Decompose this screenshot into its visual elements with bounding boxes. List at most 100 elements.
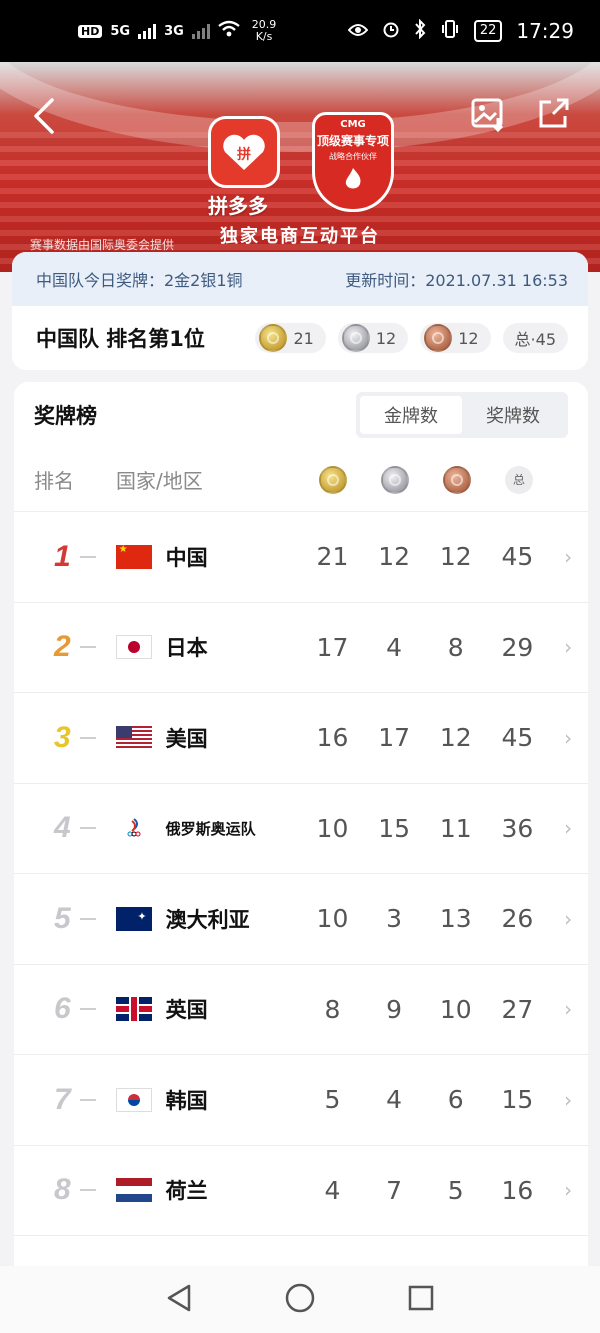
rank-number: 1 <box>54 539 71 573</box>
cmg-title: 顶级赛事专项 <box>316 134 389 148</box>
bronze-value: 12 <box>439 723 472 753</box>
bronze-medal-icon <box>424 324 453 352</box>
col-country: 国家/地区 <box>116 469 203 493</box>
country-name: 韩国 <box>165 1088 208 1113</box>
data-source-note: 赛事数据由国际奥委会提供 <box>30 238 175 252</box>
cmg-badge: CMG 顶级赛事专项 战略合作伙伴 <box>312 112 394 212</box>
circle-home-icon <box>285 1283 315 1312</box>
bronze-count: 12 <box>458 328 479 348</box>
country-cell: 美国 <box>115 723 302 753</box>
signal-icon-2 <box>191 23 210 39</box>
chevron-right-icon: › <box>564 635 573 660</box>
total-pill: 总·45 <box>502 323 568 353</box>
chevron-right-icon: › <box>564 997 573 1022</box>
gold-value: 10 <box>316 904 349 934</box>
rank-number: 4 <box>54 811 71 845</box>
tab-gold-count[interactable]: 金牌数 <box>360 396 462 434</box>
gold-value: 16 <box>316 723 349 753</box>
col-total: 总 <box>488 465 550 494</box>
col-rank: 排名 <box>34 469 74 493</box>
team-rank-bar: 中国队 排名第1位 21 12 12 总·45 <box>12 306 588 370</box>
rank-cell: 4 <box>14 811 116 845</box>
country-cell: 日本 <box>115 632 302 662</box>
back-button[interactable] <box>32 96 56 140</box>
country-name: 澳大利亚 <box>165 907 250 932</box>
table-row[interactable]: 4 俄罗斯奥运队 10 15 11 36 › <box>14 784 588 874</box>
country-name: 荷兰 <box>165 1179 208 1204</box>
medal-table-card: 奖牌榜 金牌数 奖牌数 排名 国家/地区 总 1 中国 21 12 12 45 … <box>14 382 588 1282</box>
gold-value: 21 <box>316 542 349 572</box>
silver-count: 12 <box>375 328 397 348</box>
chevron-right-icon: › <box>564 906 573 931</box>
rank-change-icon <box>80 917 96 920</box>
clock: 17:29 <box>516 19 574 43</box>
gold-medal-icon <box>259 324 288 352</box>
bronze-medal-icon <box>443 465 471 494</box>
alarm-icon <box>382 20 400 43</box>
chevron-right-icon: › <box>564 1087 573 1112</box>
rank-number: 5 <box>54 901 71 935</box>
usa-flag-icon <box>115 725 152 750</box>
gold-value: 17 <box>316 632 349 662</box>
nav-home-button[interactable] <box>284 1282 316 1318</box>
silver-value: 15 <box>378 813 410 843</box>
bronze-value: 6 <box>447 1085 464 1115</box>
bluetooth-icon <box>414 18 426 44</box>
nav-back-button[interactable] <box>165 1283 193 1317</box>
country-name: 英国 <box>165 998 208 1023</box>
gold-value: 4 <box>324 1175 341 1205</box>
rank-change-icon <box>80 646 96 649</box>
roc-flag-icon <box>115 816 152 841</box>
rank-cell: 1 <box>14 540 116 574</box>
tab-medal-count[interactable]: 奖牌数 <box>462 396 564 434</box>
share-button[interactable] <box>535 96 571 136</box>
bronze-value: 11 <box>439 813 472 843</box>
silver-value: 4 <box>386 1085 403 1115</box>
rank-cell: 3 <box>14 721 116 755</box>
bronze-value: 10 <box>439 994 472 1024</box>
chevron-right-icon: › <box>564 544 573 569</box>
rank-cell: 7 <box>14 1083 116 1117</box>
table-row[interactable]: 3 美国 16 17 12 45 › <box>14 693 588 784</box>
bronze-value: 13 <box>439 904 472 934</box>
table-row[interactable]: 7 韩国 5 4 6 15 › <box>14 1055 588 1146</box>
nav-recent-button[interactable] <box>407 1284 435 1316</box>
gold-pill: 21 <box>255 323 326 353</box>
table-row[interactable]: 1 中国 21 12 12 45 › <box>14 512 588 603</box>
team-info-card: 中国队今日奖牌：2金2银1铜 更新时间：2021.07.31 16:53 中国队… <box>12 252 588 370</box>
table-row[interactable]: 6 英国 8 9 10 27 › <box>14 965 588 1055</box>
rank-number: 3 <box>54 720 71 754</box>
country-cell: 澳大利亚 <box>115 904 302 934</box>
sim1-label: 5G <box>110 23 131 39</box>
rank-number: 2 <box>54 630 71 664</box>
total-value: 27 <box>501 994 534 1024</box>
australia-flag-icon <box>115 906 152 931</box>
cmg-subtitle: 战略合作伙伴 <box>329 152 377 161</box>
total-value: 29 <box>501 632 534 662</box>
save-image-button[interactable] <box>470 96 506 136</box>
gold-value: 5 <box>324 1085 341 1115</box>
column-headers: 排名 国家/地区 总 <box>14 448 588 512</box>
chevron-right-icon: › <box>564 725 573 750</box>
update-time: 更新时间：2021.07.31 16:53 <box>345 271 568 290</box>
table-row[interactable]: 2 日本 17 4 8 29 › <box>14 603 588 693</box>
country-cell: 英国 <box>115 994 302 1024</box>
medal-table-header: 奖牌榜 金牌数 奖牌数 <box>14 382 588 448</box>
signal-icon <box>138 23 157 39</box>
table-row[interactable]: 8 荷兰 4 7 5 16 › <box>14 1146 588 1236</box>
gold-count: 21 <box>293 328 314 348</box>
back-arrow-icon <box>34 98 54 134</box>
brand-name: 拼多多 <box>208 194 268 218</box>
col-silver <box>364 465 426 494</box>
today-medals: 中国队今日奖牌：2金2银1铜 <box>36 271 243 290</box>
table-row[interactable]: 5 澳大利亚 10 3 13 26 › <box>14 874 588 965</box>
total-value: 36 <box>501 813 534 843</box>
country-cell: 荷兰 <box>115 1175 302 1205</box>
net-speed-unit: K/s <box>255 30 273 43</box>
cmg-tag: CMG <box>340 119 366 130</box>
wifi-icon <box>218 20 240 42</box>
col-bronze <box>426 465 488 494</box>
bronze-value: 8 <box>447 632 464 662</box>
rank-change-icon <box>80 736 96 739</box>
total-badge: 总 <box>505 465 533 494</box>
